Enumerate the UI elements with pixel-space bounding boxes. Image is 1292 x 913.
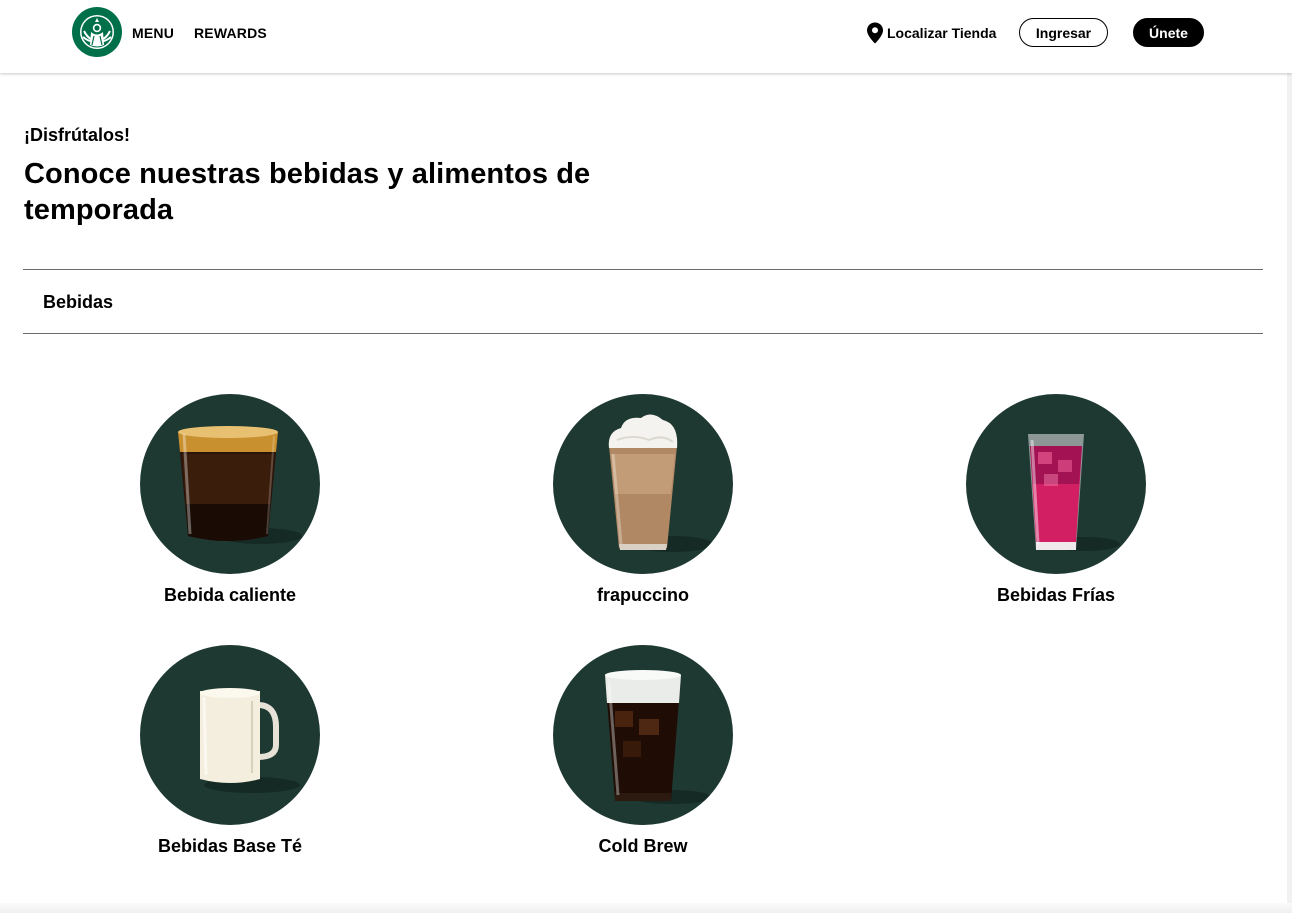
hero-eyebrow: ¡Disfrútalos! [24, 125, 131, 145]
category-image-hot-coffee [140, 394, 320, 574]
category-label: Bebidas Frías [996, 585, 1116, 605]
footer-edge [0, 903, 1292, 913]
join-button[interactable]: Únete [1133, 18, 1204, 47]
category-card-bebida-caliente[interactable]: Bebida caliente [80, 394, 320, 614]
category-image-frappuccino [553, 394, 733, 574]
category-image-cold-brew [553, 645, 733, 825]
starbucks-logo[interactable] [72, 7, 122, 57]
category-image-tea-latte [140, 645, 320, 825]
section-divider-top [23, 269, 1263, 270]
top-navigation-bar: MENU REWARDS Localizar Tienda Ingresar Ú… [0, 0, 1292, 73]
page-title: Conoce nuestras bebidas y alimentos de t… [24, 158, 591, 226]
find-store-label: Localizar Tienda [887, 25, 997, 41]
nav-menu-link[interactable]: MENU [132, 24, 174, 42]
section-heading-bebidas: Bebidas [43, 292, 114, 312]
category-card-bebidas-frias[interactable]: Bebidas Frías [906, 394, 1146, 614]
category-label: Bebida caliente [163, 585, 297, 605]
location-pin-icon [867, 22, 883, 44]
category-label: Bebidas Base Té [157, 836, 303, 856]
find-store-link[interactable]: Localizar Tienda [866, 22, 996, 44]
section-divider-bottom [23, 333, 1263, 334]
sign-in-button[interactable]: Ingresar [1019, 18, 1108, 47]
scrollbar[interactable] [1287, 73, 1292, 908]
category-label: frapuccino [596, 585, 689, 605]
nav-rewards-link[interactable]: REWARDS [194, 24, 267, 42]
siren-logo-icon [72, 7, 122, 57]
category-card-frapuccino[interactable]: frapuccino [493, 394, 733, 614]
category-image-iced-drink [966, 394, 1146, 574]
category-card-cold-brew[interactable]: Cold Brew [493, 645, 733, 865]
category-card-bebidas-base-te[interactable]: Bebidas Base Té [80, 645, 320, 865]
category-label: Cold Brew [598, 836, 688, 856]
